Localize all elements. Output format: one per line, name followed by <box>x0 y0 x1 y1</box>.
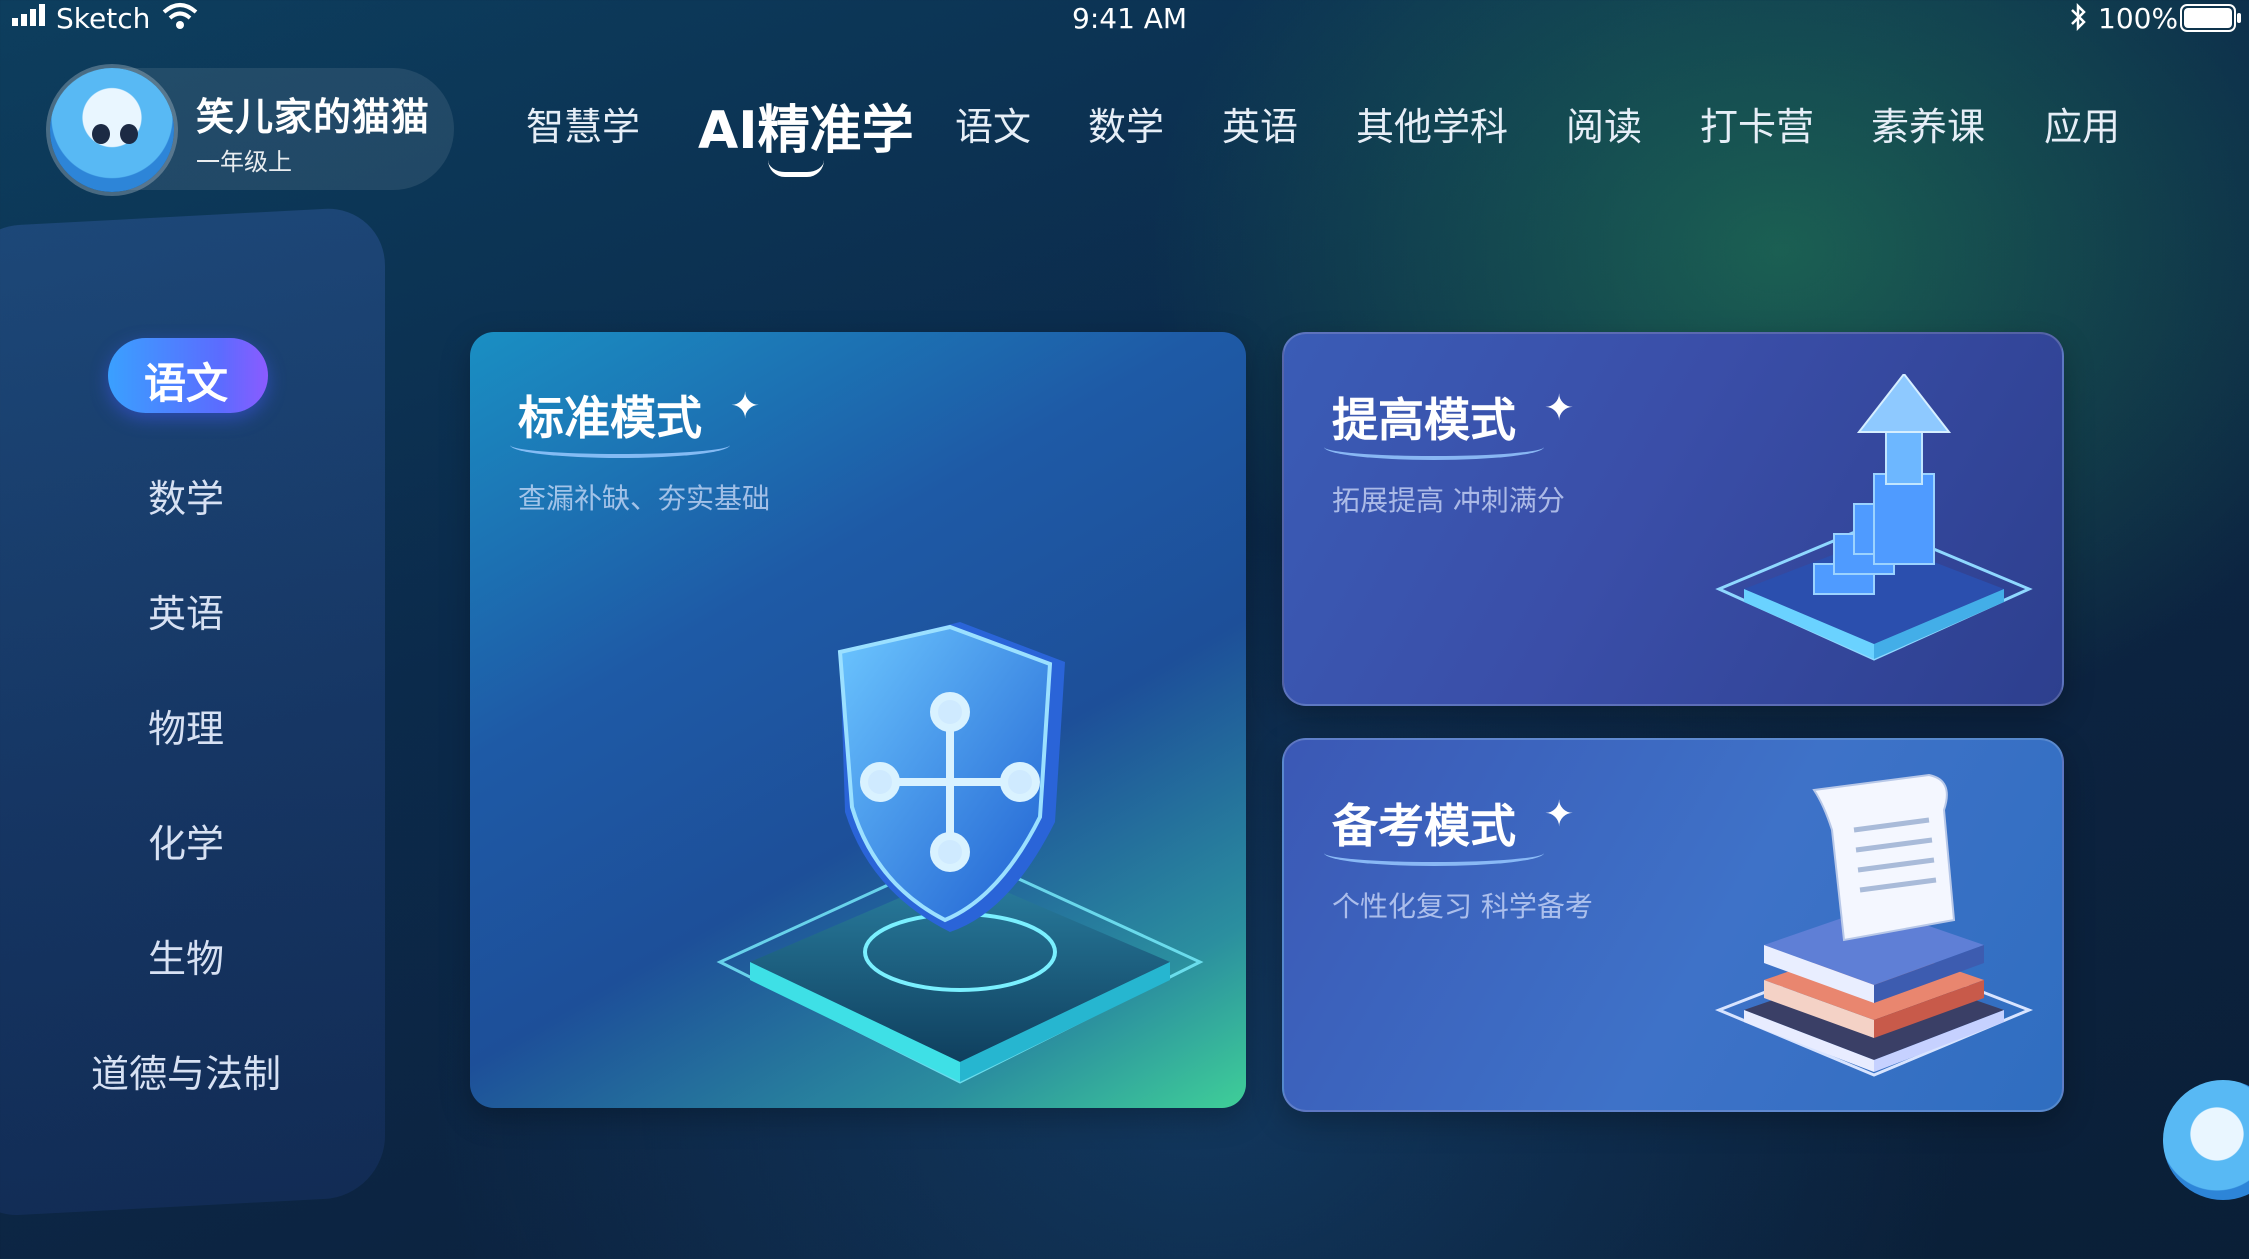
battery-icon <box>2180 4 2242 39</box>
mascot-assistant[interactable] <box>2163 1080 2249 1200</box>
clock: 9:41 AM <box>1072 2 1188 35</box>
sidebar-item-math[interactable]: 数学 <box>0 468 372 523</box>
tab-smart-learn[interactable]: 智慧学 <box>526 96 640 151</box>
tab-literacy-course[interactable]: 素养课 <box>1871 96 1985 151</box>
title-swoosh <box>510 432 730 458</box>
avatar[interactable] <box>50 68 174 192</box>
shield-icon <box>716 622 1204 1084</box>
card-subtitle: 查漏补缺、夯实基础 <box>518 482 771 515</box>
signal-icon <box>10 2 52 35</box>
sidebar-item-ethics-law[interactable]: 道德与法制 <box>0 1043 372 1098</box>
sidebar-item-chemistry[interactable]: 化学 <box>0 813 372 868</box>
card-subtitle: 拓展提高 冲刺满分 <box>1332 484 1565 517</box>
improve-mode-card[interactable]: 提高模式 ✦ 拓展提高 冲刺满分 <box>1282 332 2064 706</box>
sidebar-item-chinese[interactable]: 语文 <box>0 350 372 411</box>
tab-english[interactable]: 英语 <box>1222 96 1298 151</box>
tab-ai-precise-learn[interactable]: AI精准学 <box>698 88 914 163</box>
active-tab-indicator <box>768 160 824 177</box>
tab-apps[interactable]: 应用 <box>2044 96 2120 151</box>
title-swoosh <box>1324 840 1544 866</box>
tab-math[interactable]: 数学 <box>1088 96 1164 151</box>
tab-check-in-camp[interactable]: 打卡营 <box>1700 96 1814 151</box>
sparkle-icon: ✦ <box>730 386 761 427</box>
status-bar: Sketch 9:41 AM 100% <box>0 0 2249 40</box>
tab-reading[interactable]: 阅读 <box>1566 96 1642 151</box>
bluetooth-icon <box>2068 2 2088 39</box>
sparkle-icon: ✦ <box>1544 794 1575 835</box>
stairs-arrow-icon <box>1715 374 2033 661</box>
standard-mode-card[interactable]: 标准模式 ✦ 查漏补缺、夯实基础 <box>470 332 1246 1108</box>
books-scroll-icon <box>1714 773 2034 1077</box>
carrier-label: Sketch <box>56 2 151 35</box>
user-grade[interactable]: 一年级上 <box>196 142 292 177</box>
tab-other-subjects[interactable]: 其他学科 <box>1356 96 1508 151</box>
tab-chinese[interactable]: 语文 <box>955 96 1031 151</box>
sparkle-icon: ✦ <box>1544 388 1575 429</box>
title-swoosh <box>1324 434 1544 460</box>
exam-mode-card[interactable]: 备考模式 ✦ 个性化复习 科学备考 <box>1282 738 2064 1112</box>
user-name: 笑儿家的猫猫 <box>196 95 431 139</box>
sidebar-item-biology[interactable]: 生物 <box>0 928 372 983</box>
sidebar-item-english[interactable]: 英语 <box>0 583 372 638</box>
battery-percent: 100% <box>2098 2 2179 35</box>
sidebar-item-physics[interactable]: 物理 <box>0 698 372 753</box>
wifi-icon <box>160 0 200 37</box>
card-subtitle: 个性化复习 科学备考 <box>1332 890 1593 923</box>
